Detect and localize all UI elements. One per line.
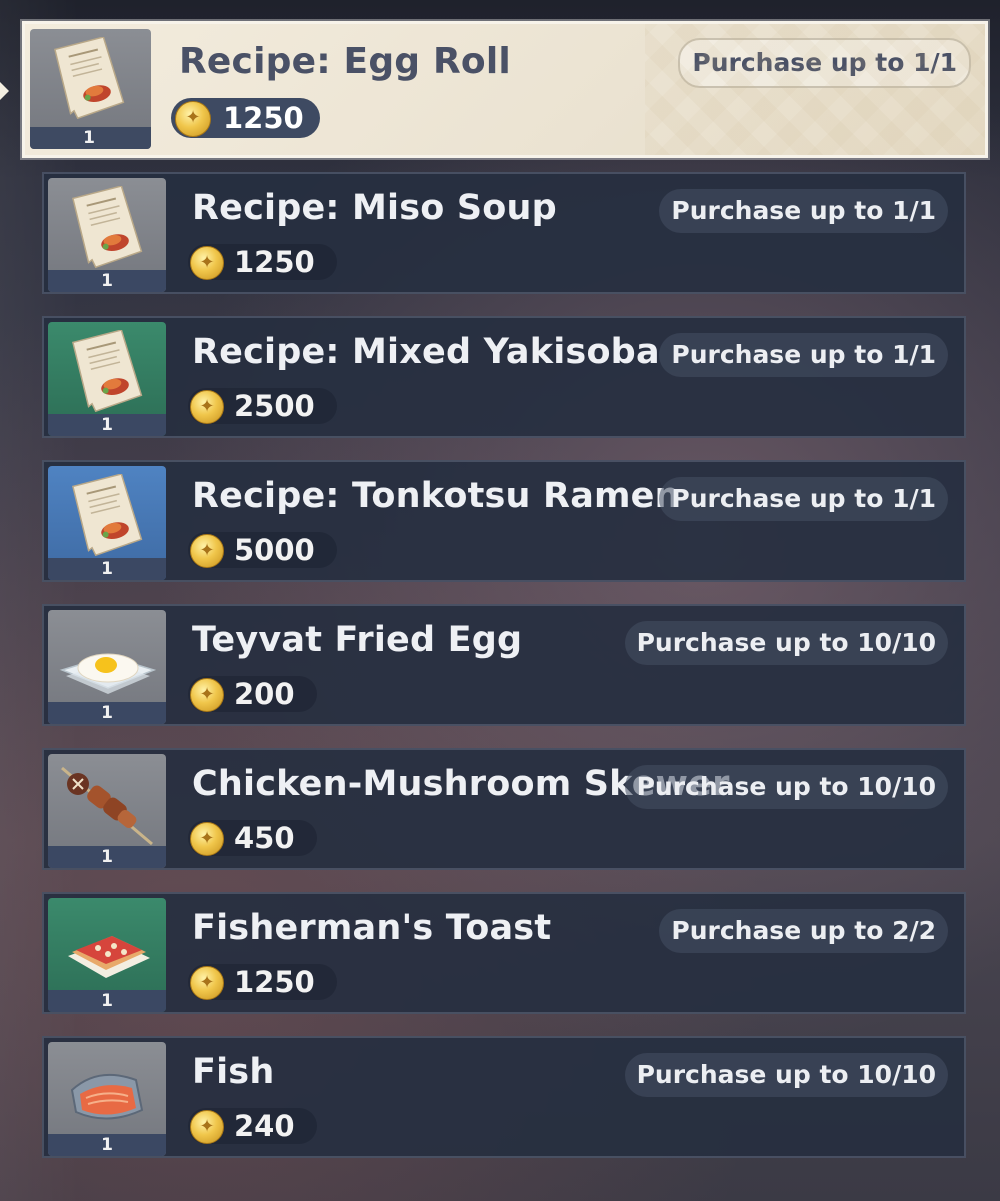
item-price: 5000 [188, 532, 337, 568]
item-name: Recipe: Mixed Yakisoba [192, 332, 660, 372]
purchase-limit-badge: Purchase up to 1/1 [678, 38, 971, 88]
item-price: 1250 [188, 964, 337, 1000]
shop-item-row[interactable]: 1Chicken-Mushroom Skewer450Purchase up t… [42, 748, 966, 870]
item-price: 240 [188, 1108, 317, 1144]
item-count: 1 [101, 991, 113, 1011]
purchase-limit-badge: Purchase up to 10/10 [624, 621, 948, 665]
mora-coin-icon [190, 246, 224, 280]
item-price: 2500 [188, 388, 337, 424]
item-count: 1 [101, 271, 113, 291]
item-name: Recipe: Egg Roll [179, 41, 511, 82]
selection-arrow-icon [0, 82, 9, 100]
purchase-limit-badge: Purchase up to 2/2 [659, 909, 948, 953]
item-thumbnail: 1 [48, 754, 166, 868]
item-thumbnail: 1 [48, 898, 166, 1012]
item-price: 200 [188, 676, 317, 712]
purchase-limit-badge: Purchase up to 10/10 [624, 1053, 948, 1097]
item-name: Fish [192, 1052, 275, 1092]
price-value: 450 [234, 821, 295, 855]
item-count: 1 [83, 128, 95, 148]
item-price: 1250 [188, 244, 337, 280]
item-name: Fisherman's Toast [192, 908, 552, 948]
mora-coin-icon [190, 390, 224, 424]
item-name: Recipe: Tonkotsu Ramen [192, 476, 680, 516]
price-value: 1250 [223, 101, 304, 135]
shop-item-row[interactable]: 1 Recipe: Mixed Yakisoba 2500 Purchase up t… [42, 316, 966, 438]
item-thumbnail: 1 [48, 1042, 166, 1156]
price-value: 2500 [234, 389, 315, 423]
mora-coin-icon [190, 534, 224, 568]
shop-item-row[interactable]: 1 Fish 240 Purchase up to 10/10 [42, 1036, 966, 1158]
item-count: 1 [101, 847, 113, 867]
mora-coin-icon [190, 678, 224, 712]
item-thumbnail: 1 [30, 29, 151, 149]
item-name: Teyvat Fried Egg [192, 620, 523, 660]
item-thumbnail: 1 [48, 178, 166, 292]
item-count: 1 [101, 559, 113, 579]
item-name: Recipe: Miso Soup [192, 188, 557, 228]
shop-item-row[interactable]: 1 Teyvat Fried Egg 200 Purchase up to 10/10 [42, 604, 966, 726]
price-value: 1250 [234, 245, 315, 279]
mora-coin-icon [190, 822, 224, 856]
shop-item-row[interactable]: 1 Fisherman's Toast 1250 Purchase up to 2/2 [42, 892, 966, 1014]
item-thumbnail: 1 [48, 466, 166, 580]
purchase-limit-badge: Purchase up to 1/1 [659, 477, 948, 521]
purchase-limit-badge: Purchase up to 10/10 [624, 765, 948, 809]
mora-coin-icon [190, 966, 224, 1000]
item-count: 1 [101, 703, 113, 723]
price-value: 200 [234, 677, 295, 711]
mora-coin-icon [190, 1110, 224, 1144]
purchase-limit-badge: Purchase up to 1/1 [659, 333, 948, 377]
mora-coin-icon [175, 101, 211, 137]
item-price: 1250 [171, 98, 320, 138]
item-count: 1 [101, 1135, 113, 1155]
shop-item-row[interactable]: 1 Recipe: Tonkotsu Ramen 5000 Purchase up t… [42, 460, 966, 582]
purchase-limit-badge: Purchase up to 1/1 [659, 189, 948, 233]
item-count: 1 [101, 415, 113, 435]
shop-item-row[interactable]: 1 Recipe: Miso Soup 1250 Purchase up to 1/1 [42, 172, 966, 294]
price-value: 5000 [234, 533, 315, 567]
item-thumbnail: 1 [48, 610, 166, 724]
item-thumbnail: 1 [48, 322, 166, 436]
item-price: 450 [188, 820, 317, 856]
shop-item-row[interactable]: 1 Recipe: Egg Roll 1250 Purchase up to 1/1 [22, 21, 988, 158]
price-value: 1250 [234, 965, 315, 999]
price-value: 240 [234, 1109, 295, 1143]
